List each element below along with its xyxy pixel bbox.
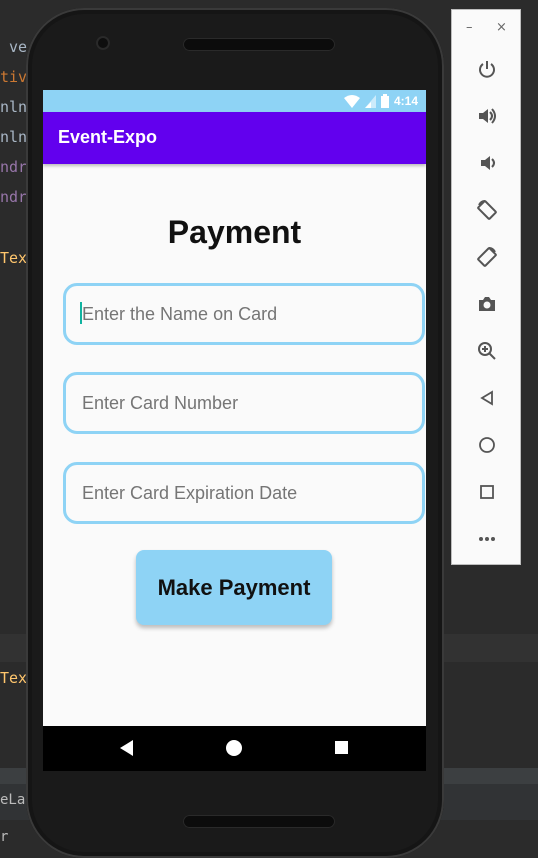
power-icon[interactable] [474, 56, 500, 82]
nav-home-icon[interactable] [226, 740, 242, 756]
nav-back-icon[interactable] [120, 740, 133, 756]
emulator-toolbar: – × [451, 9, 521, 565]
rotate-left-icon[interactable] [474, 197, 500, 223]
overview-icon[interactable] [474, 479, 500, 505]
card-expiry-input[interactable] [63, 462, 425, 524]
ide-code-line: ve [0, 38, 28, 56]
ide-code-line: Tex [0, 669, 28, 687]
app-bar: Event-Expo [43, 112, 426, 164]
make-payment-button[interactable]: Make Payment [136, 550, 332, 625]
wifi-icon [343, 94, 360, 108]
status-time: 4:14 [393, 94, 418, 108]
card-name-input[interactable] [63, 283, 425, 345]
ide-code-line: ndr [0, 188, 28, 206]
minimize-button[interactable]: – [466, 20, 473, 35]
ide-code-line: ndr [0, 158, 28, 176]
rotate-right-icon[interactable] [474, 244, 500, 270]
volume-down-icon[interactable] [474, 150, 500, 176]
home-icon[interactable] [474, 432, 500, 458]
card-number-input[interactable] [63, 372, 425, 434]
ide-code-line: Tex [0, 249, 28, 267]
text-cursor [80, 302, 82, 324]
page-title: Payment [167, 214, 302, 250]
ide-code-line: tiv [0, 68, 28, 86]
volume-up-icon[interactable] [474, 103, 500, 129]
signal-icon [364, 94, 376, 108]
navigation-bar [43, 726, 426, 771]
ide-code-line: nln [0, 128, 28, 146]
close-button[interactable]: × [496, 20, 507, 35]
status-bar: 4:14 [43, 90, 426, 112]
bottom-speaker [183, 815, 335, 828]
more-icon[interactable] [474, 526, 500, 552]
battery-icon [380, 94, 389, 108]
camera-icon[interactable] [474, 291, 500, 317]
app-title: Event-Expo [58, 127, 158, 147]
ide-code-line: nln [0, 98, 28, 116]
ide-bottom-text: r [0, 829, 9, 845]
device-screen: 4:14 Event-Expo Payment Make Payment [43, 90, 426, 771]
front-camera [96, 36, 110, 50]
back-icon[interactable] [474, 385, 500, 411]
nav-recents-icon[interactable] [335, 741, 348, 754]
top-speaker [183, 38, 335, 51]
zoom-icon[interactable] [474, 338, 500, 364]
